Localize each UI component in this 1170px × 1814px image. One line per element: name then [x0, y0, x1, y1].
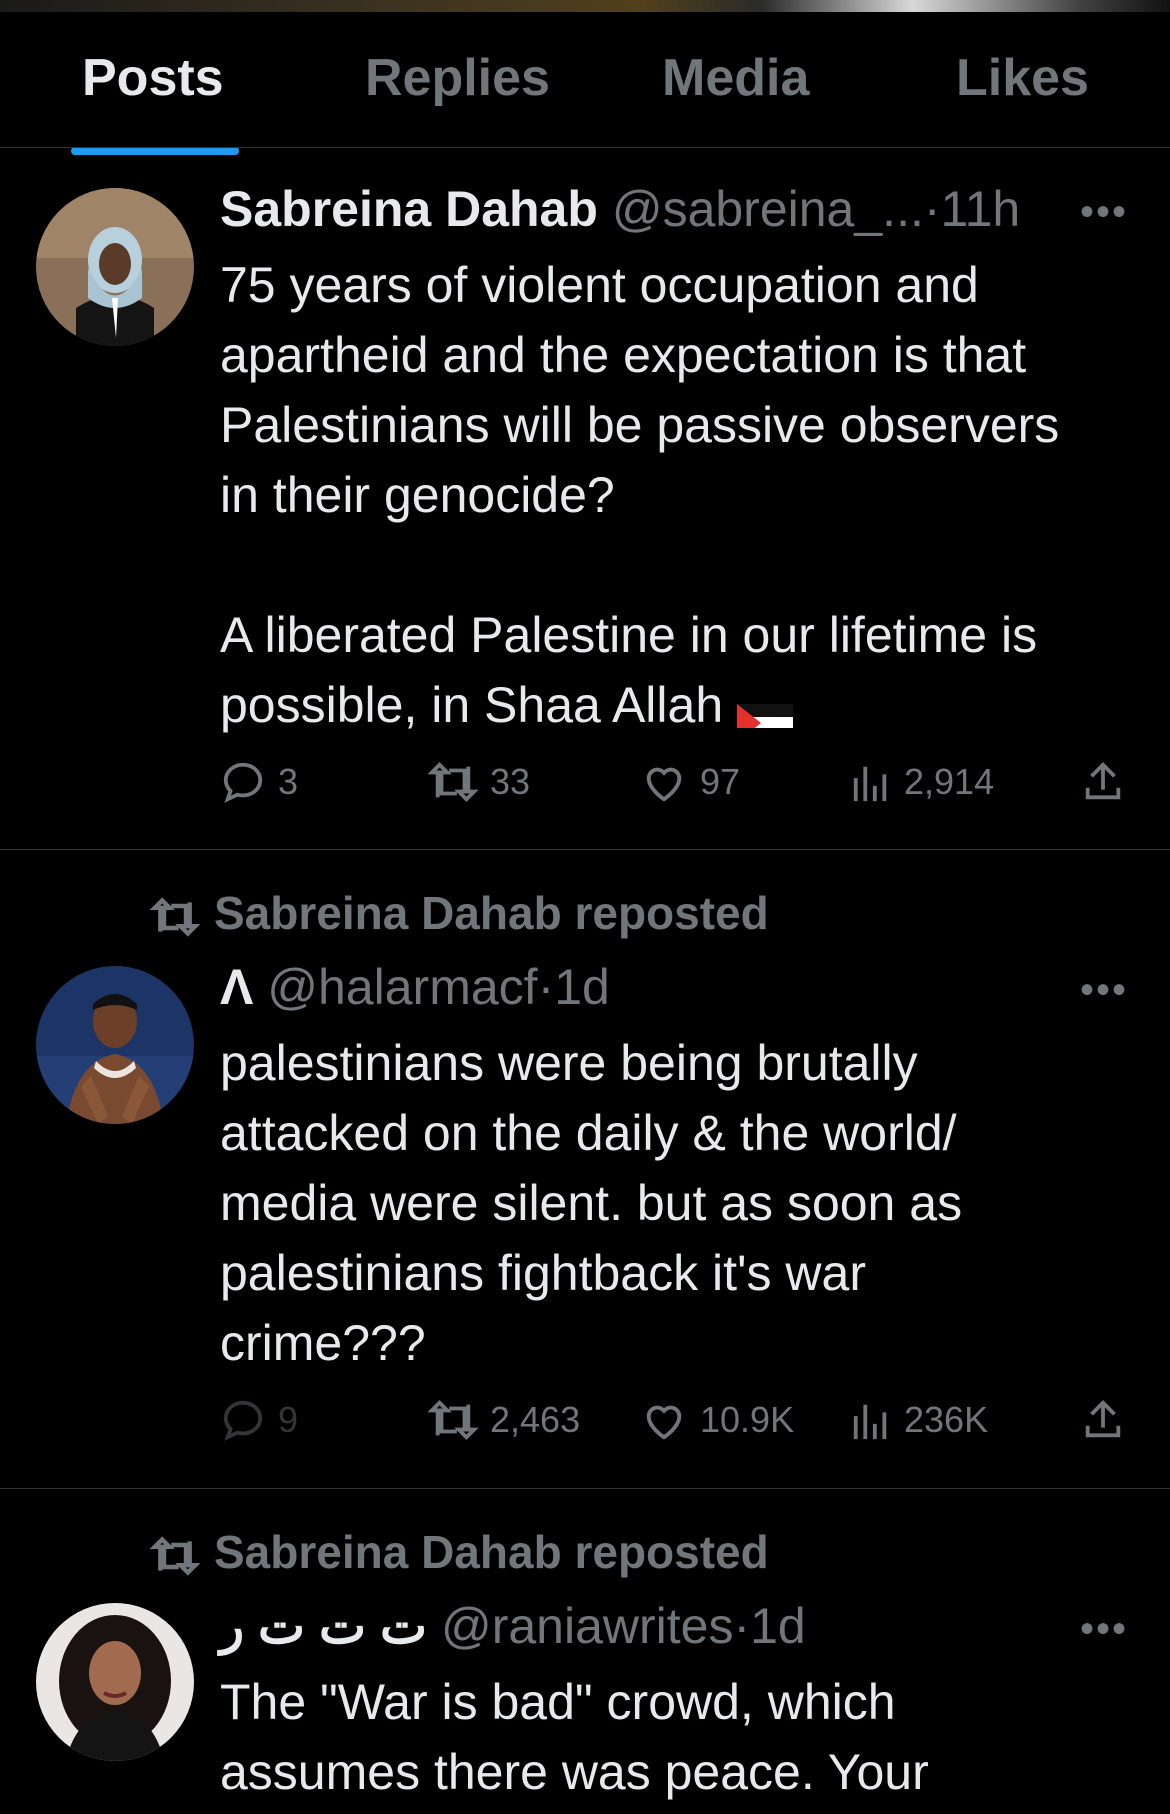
view-count: 2,914 [904, 761, 995, 802]
repost-label[interactable]: Sabreina Dahab reposted [214, 887, 769, 939]
post-header: Sabreina Dahab @sabreina_...·11h [220, 180, 1020, 238]
repost-button[interactable]: 33 [428, 752, 530, 812]
repost-indicator: Sabreina Dahab reposted [148, 1525, 769, 1579]
post-header: ت ت ت ر @raniawrites·1d [220, 1597, 806, 1655]
post-text-line: media were silent. but as soon as [220, 1175, 963, 1231]
post-text-line [220, 530, 1140, 600]
avatar-image [36, 1603, 194, 1761]
separator-dot: · [733, 1598, 751, 1654]
more-options-icon[interactable]: ••• [1080, 968, 1128, 1013]
author-handle[interactable]: @halarmacf [267, 959, 537, 1015]
tabs-divider [0, 147, 1170, 148]
separator-dot: · [923, 181, 941, 237]
post-text-line: A liberated Palestine in our lifetime is [220, 607, 1038, 663]
repost-count: 33 [490, 761, 531, 802]
more-options-icon[interactable]: ••• [1080, 190, 1128, 235]
avatar[interactable] [36, 188, 194, 346]
post-text-line: attacked on the daily & the world/ [220, 1105, 957, 1161]
post-text-line: crime??? [220, 1315, 426, 1371]
repost-icon [428, 1400, 478, 1440]
like-button[interactable]: 97 [640, 752, 740, 812]
like-count: 97 [700, 761, 741, 802]
post-body: 75 years of violent occupation and apart… [220, 250, 1140, 740]
status-bar-edge [0, 0, 1170, 12]
views-button[interactable]: 236K [850, 1390, 988, 1450]
post-text-line: assumes there was peace. Your [220, 1744, 929, 1800]
repost-label[interactable]: Sabreina Dahab reposted [214, 1526, 769, 1578]
author-name[interactable]: ت ت ت ر [220, 1598, 427, 1654]
author-handle[interactable]: @raniawrites [441, 1598, 734, 1654]
share-icon [1085, 762, 1121, 800]
more-options-icon[interactable]: ••• [1080, 1607, 1128, 1652]
post-header: Λ @halarmacf·1d [220, 958, 610, 1016]
repost-icon [428, 762, 478, 802]
post-text-line: possible, in Shaa Allah [220, 670, 1140, 740]
separator-dot: · [537, 959, 555, 1015]
share-button[interactable] [1080, 1390, 1138, 1450]
views-icon [853, 1404, 887, 1440]
post[interactable]: Sabreina Dahab reposted Λ @halarmacf·1d … [0, 850, 1170, 1488]
profile-tabs: Posts Replies Media Likes [0, 12, 1170, 155]
reply-icon [223, 1400, 263, 1441]
post-time[interactable]: 1d [750, 1598, 806, 1654]
repost-icon [149, 897, 201, 937]
reply-button[interactable]: 9 [220, 1390, 298, 1450]
tab-posts[interactable]: Posts [82, 48, 224, 108]
tab-likes[interactable]: Likes [956, 48, 1089, 108]
post-time[interactable]: 11h [941, 181, 1021, 237]
tab-media[interactable]: Media [662, 48, 809, 108]
post-text-line: Palestinians will be passive observers [220, 397, 1060, 453]
post-text-line: palestinians fightback it's war [220, 1245, 866, 1301]
author-name[interactable]: Sabreina Dahab [220, 181, 598, 237]
like-count: 10.9K [700, 1399, 795, 1440]
post-text-line: palestinians were being brutally [220, 1035, 918, 1091]
avatar[interactable] [36, 1603, 194, 1761]
post-actions: 9 2,463 10.9K 236K [220, 1390, 1130, 1450]
repost-icon [149, 1536, 201, 1576]
tab-replies[interactable]: Replies [365, 48, 550, 108]
repost-indicator: Sabreina Dahab reposted [148, 886, 769, 940]
reply-button[interactable]: 3 [220, 752, 298, 812]
post-actions: 3 33 97 2,914 [220, 752, 1130, 812]
heart-icon [646, 1405, 682, 1440]
post[interactable]: Sabreina Dahab reposted ت ت ت ر @raniawr… [0, 1489, 1170, 1814]
views-button[interactable]: 2,914 [850, 752, 994, 812]
post-text-line: 75 years of violent occupation and [220, 257, 979, 313]
reply-icon [223, 762, 263, 803]
avatar-image [36, 188, 194, 346]
author-name[interactable]: Λ [220, 959, 253, 1015]
post-text-line: in their genocide? [220, 467, 615, 523]
post-text-segment: possible, in Shaa Allah [220, 677, 724, 733]
repost-count: 2,463 [490, 1399, 581, 1440]
view-count: 236K [904, 1399, 989, 1440]
post[interactable]: Sabreina Dahab @sabreina_...·11h ••• 75 … [0, 150, 1170, 848]
reply-count: 3 [278, 761, 299, 802]
reply-count: 9 [278, 1399, 299, 1440]
palestine-flag-emoji [737, 690, 794, 728]
share-button[interactable] [1080, 752, 1138, 812]
post-body: The "War is bad" crowd, which assumes th… [220, 1667, 1140, 1807]
share-icon [1085, 1400, 1121, 1438]
views-icon [853, 766, 887, 802]
like-button[interactable]: 10.9K [640, 1390, 794, 1450]
post-time[interactable]: 1d [554, 959, 610, 1015]
heart-icon [646, 767, 682, 802]
avatar-image [36, 966, 194, 1124]
repost-button[interactable]: 2,463 [428, 1390, 580, 1450]
post-text-line: apartheid and the expectation is that [220, 327, 1027, 383]
post-body: palestinians were being brutally attacke… [220, 1028, 1140, 1378]
author-handle[interactable]: @sabreina_... [612, 181, 924, 237]
post-text-line: The "War is bad" crowd, which [220, 1674, 896, 1730]
avatar[interactable] [36, 966, 194, 1124]
